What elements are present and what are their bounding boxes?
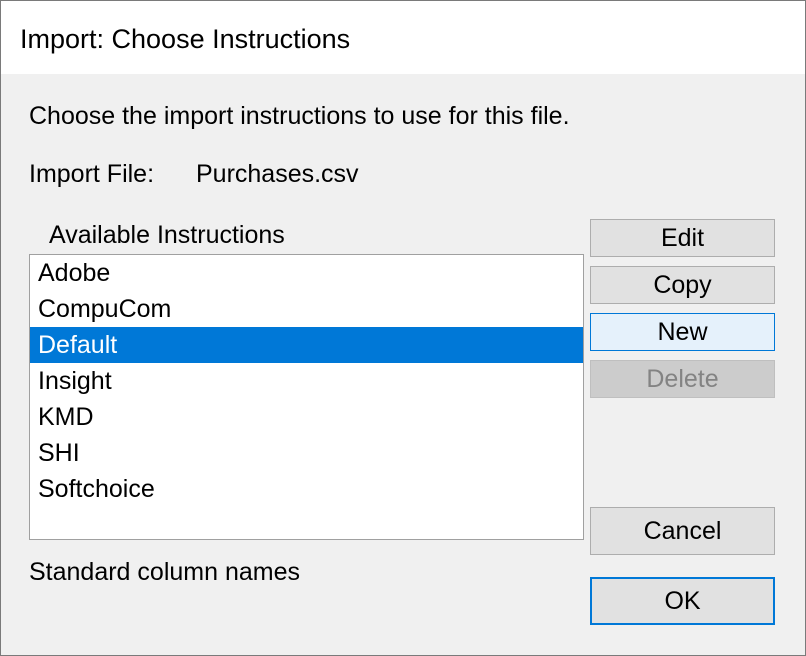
list-item-softchoice[interactable]: Softchoice <box>30 471 583 507</box>
import-file-label: Import File: <box>29 160 155 188</box>
copy-button[interactable]: Copy <box>590 266 775 304</box>
import-choose-instructions-dialog: Import: Choose Instructions Choose the i… <box>0 0 806 656</box>
dialog-title: Import: Choose Instructions <box>20 24 351 54</box>
list-item-default[interactable]: Default <box>30 327 583 363</box>
import-file-value: Purchases.csv <box>196 160 359 188</box>
list-item-compucom[interactable]: CompuCom <box>30 291 583 327</box>
new-button[interactable]: New <box>590 313 775 351</box>
instruction-prompt: Choose the import instructions to use fo… <box>29 102 570 130</box>
column-names-status: Standard column names <box>29 558 300 586</box>
list-item-insight[interactable]: Insight <box>30 363 583 399</box>
list-item-shi[interactable]: SHI <box>30 435 583 471</box>
ok-button[interactable]: OK <box>590 577 775 625</box>
instructions-listbox[interactable]: Adobe CompuCom Default Insight KMD SHI S… <box>29 254 584 540</box>
list-item-adobe[interactable]: Adobe <box>30 255 583 291</box>
edit-button[interactable]: Edit <box>590 219 775 257</box>
list-item-kmd[interactable]: KMD <box>30 399 583 435</box>
delete-button: Delete <box>590 360 775 398</box>
cancel-button[interactable]: Cancel <box>590 507 775 555</box>
available-instructions-label: Available Instructions <box>49 221 285 249</box>
title-bar[interactable]: Import: Choose Instructions <box>1 1 805 74</box>
